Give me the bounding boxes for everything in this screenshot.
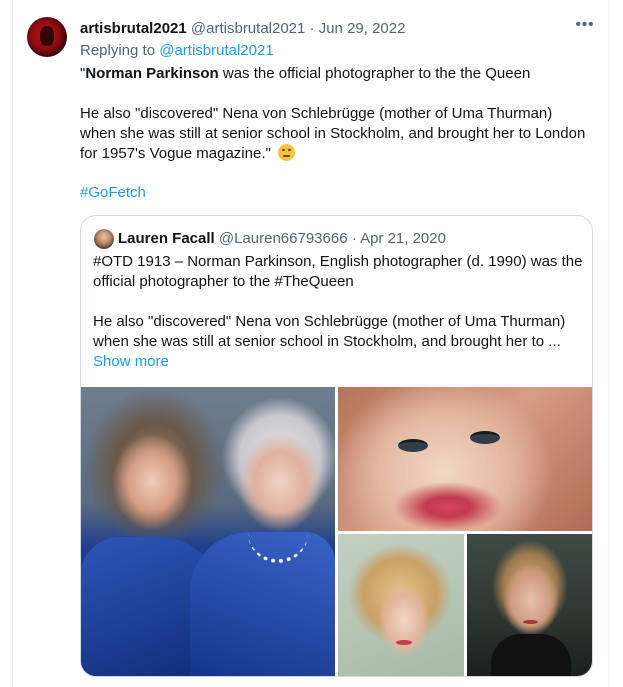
quoted-tweet-text: #OTD 1913 – Norman Parkinson, English ph… — [93, 252, 583, 352]
quoted-author-handle: @Lauren66793666 — [218, 230, 348, 247]
photo-uma-thurman[interactable] — [467, 534, 592, 676]
tweet-paragraph-2: He also "discovered" Nena von Schlebrügg… — [80, 104, 590, 164]
header-separator: · — [309, 20, 315, 37]
tweet-paragraph-1: "Norman Parkinson was the official photo… — [80, 64, 590, 84]
quoted-tweet-header: Lauren Facall @Lauren66793666 · Apr 21, … — [118, 229, 446, 249]
photo-queen-and-queen-mother[interactable] — [81, 387, 335, 676]
show-more-link[interactable]: Show more — [93, 352, 169, 372]
media-grid — [81, 387, 592, 676]
quoted-author-display-name: Lauren Facall — [118, 230, 215, 247]
tweet-header: artisbrutal2021 @artisbrutal2021 · Jun 2… — [80, 19, 405, 39]
timeline-right-border — [608, 0, 609, 687]
author-avatar[interactable] — [27, 17, 67, 57]
quoted-paragraph-2: He also "discovered" Nena von Schlebrügg… — [93, 313, 566, 350]
replying-to-label: Replying to — [80, 42, 156, 59]
paragraph-1-rest: was the official photographer to the the… — [218, 65, 531, 82]
quoted-tweet-timestamp: Apr 21, 2020 — [360, 230, 446, 247]
paragraph-2-text: He also "discovered" Nena von Schlebrügg… — [80, 105, 586, 162]
tweet-text: "Norman Parkinson was the official photo… — [80, 64, 590, 164]
hashtag-link[interactable]: #GoFetch — [80, 183, 146, 203]
quoted-header-separator: · — [351, 230, 357, 247]
author-display-name[interactable]: artisbrutal2021 — [80, 20, 187, 37]
photo-nena-closeup[interactable] — [338, 387, 592, 531]
bold-name: Norman Parkinson — [85, 65, 219, 82]
author-handle[interactable]: @artisbrutal2021 — [191, 20, 305, 37]
timeline-left-border — [12, 0, 13, 687]
quoted-paragraph-1: #OTD 1913 – Norman Parkinson, English ph… — [93, 253, 583, 290]
face-with-rolling-eyes-icon — [278, 144, 295, 161]
photo-blonde-portrait[interactable] — [338, 534, 464, 676]
quoted-author-avatar — [94, 229, 114, 249]
quoted-tweet-card[interactable]: Lauren Facall @Lauren66793666 · Apr 21, … — [80, 215, 593, 677]
tweet-timestamp[interactable]: Jun 29, 2022 — [319, 20, 406, 37]
more-horizontal-icon[interactable]: ••• — [575, 17, 595, 37]
replying-to: Replying to @artisbrutal2021 — [80, 41, 274, 61]
replying-to-handle[interactable]: @artisbrutal2021 — [159, 42, 273, 59]
